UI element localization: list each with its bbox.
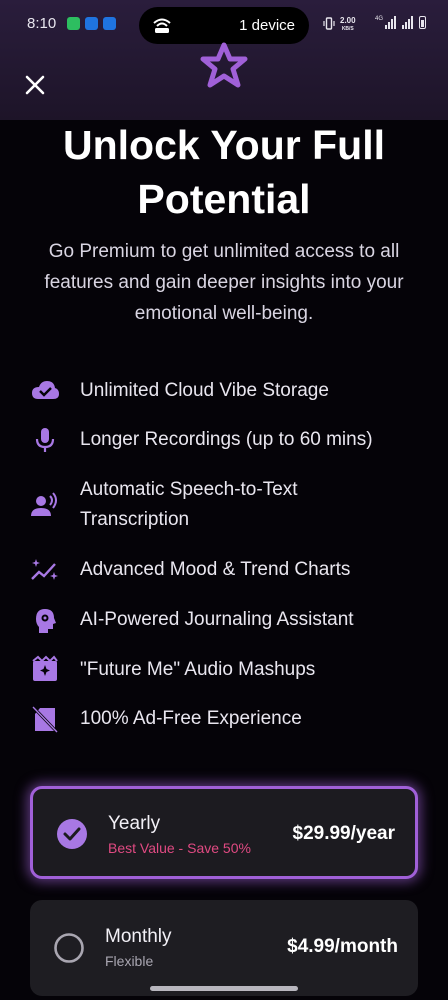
star-icon xyxy=(200,42,248,88)
check-circle-icon xyxy=(57,819,87,849)
radio-unchecked-icon xyxy=(54,933,84,963)
close-icon xyxy=(25,75,45,95)
status-time: 8:10 xyxy=(27,15,57,32)
plan-subtext: Best Value - Save 50% xyxy=(108,840,251,856)
ai-head-icon xyxy=(36,609,56,633)
plan-price: $4.99/month xyxy=(287,936,398,957)
plan-monthly-option[interactable]: Monthly Flexible $4.99/month xyxy=(30,900,418,996)
voice-person-icon xyxy=(31,492,57,516)
cloud-check-icon xyxy=(32,381,59,399)
no-ads-icon xyxy=(31,705,59,734)
battery-icon xyxy=(419,16,426,29)
feature-label: Automatic Speech-to-Text Transcription xyxy=(80,479,298,530)
device-count: 1 device xyxy=(239,17,295,34)
feature-label: "Future Me" Audio Mashups xyxy=(80,659,316,680)
trend-sparkle-icon xyxy=(31,559,58,580)
feature-label: Longer Recordings (up to 60 mins) xyxy=(80,429,373,450)
plan-subtext: Flexible xyxy=(105,953,154,969)
hotspot-pill[interactable]: 1 device xyxy=(139,7,309,44)
signal-icon xyxy=(402,16,413,29)
network-type: 4G xyxy=(374,16,383,22)
net-speed: 2.00 KB/S xyxy=(340,16,356,33)
vibrate-icon xyxy=(323,17,335,30)
feature-label: Advanced Mood & Trend Charts xyxy=(80,559,351,580)
plan-name: Monthly xyxy=(105,926,172,947)
hotspot-icon xyxy=(153,18,171,33)
signal-icon: 4G xyxy=(375,16,396,29)
microphone-icon xyxy=(35,428,55,452)
page-subtitle: Go Premium to get unlimited access to al… xyxy=(44,241,404,324)
plan-name: Yearly xyxy=(108,813,161,834)
close-button[interactable] xyxy=(20,70,50,100)
cloud-icon xyxy=(103,17,116,30)
net-speed-unit: KB/S xyxy=(341,26,354,32)
plan-price: $29.99/year xyxy=(292,823,396,844)
plan-yearly-option[interactable]: Yearly Best Value - Save 50% $29.99/year xyxy=(30,786,418,879)
home-indicator[interactable] xyxy=(150,986,298,991)
feature-label: 100% Ad-Free Experience xyxy=(80,708,302,729)
cloud-icon xyxy=(85,17,98,30)
feature-label: Unlimited Cloud Vibe Storage xyxy=(80,380,329,401)
movie-sparkle-icon xyxy=(32,655,58,681)
evernote-icon xyxy=(67,17,80,30)
page-title: Unlock Your Full Potential xyxy=(63,122,385,222)
status-icons: 4G xyxy=(375,16,426,29)
feature-label: AI-Powered Journaling Assistant xyxy=(80,609,354,630)
